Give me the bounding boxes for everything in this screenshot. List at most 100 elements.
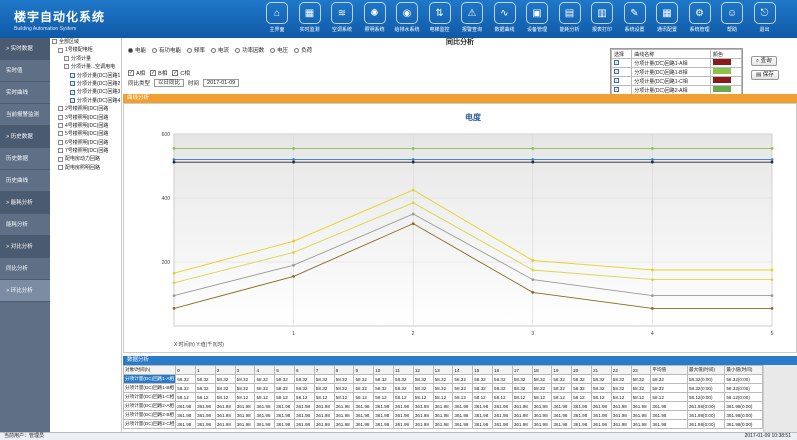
tree-node[interactable]: 1号楼配电柜 [50, 46, 121, 54]
table-row[interactable]: 分项计量(DC)回路2-C相 361.98 361.98 361.98 361.98 36… [123, 419, 763, 429]
topnav-item-4[interactable]: ◉ 给排水系统 [392, 2, 422, 33]
topnav-item-2[interactable]: ≋ 空调系统 [327, 2, 357, 33]
expander-icon[interactable] [52, 39, 57, 45]
radio-indicator[interactable] [211, 47, 217, 53]
leftnav-item-8[interactable]: 能耗分析 [0, 214, 50, 236]
tree-node[interactable]: 2号楼照明(DC)回路 [50, 105, 121, 113]
radio-indicator[interactable] [152, 47, 158, 53]
leftnav-item-2[interactable]: 实时曲线 [0, 82, 50, 104]
radio-6[interactable]: 负荷 [294, 46, 312, 54]
leftnav-item-10[interactable]: 同比分析 [0, 258, 50, 280]
leftnav-item-11[interactable]: > 环比分析 [0, 280, 50, 302]
topnav-item-3[interactable]: ✺ 照明系统 [360, 2, 390, 33]
leftnav-item-7[interactable]: > 能耗分析 [0, 192, 50, 214]
tree-node[interactable]: ✓ 分项计量(DC)回路3 [50, 88, 121, 96]
expander-icon[interactable] [58, 165, 63, 171]
tree-node[interactable]: ✓ 分项计量(DC)回路1 [50, 72, 121, 80]
color-swatch[interactable] [713, 68, 732, 74]
expander-icon[interactable] [58, 114, 63, 120]
radio-indicator[interactable] [187, 47, 193, 53]
topnav-item-11[interactable]: ✎ 系统设置 [620, 2, 650, 33]
table-row[interactable]: 分项计量(DC)回路1-A相 68.32 58.32 58.32 58.32 58.32 5… [123, 374, 763, 384]
tree-node[interactable]: 5号楼照明(DC)回路 [50, 130, 121, 138]
object-color-cell[interactable] [710, 76, 742, 86]
table-row[interactable]: 分项计量(DC)回路1-B相 58.32 58.32 58.32 58.32 58.32 5… [123, 383, 763, 393]
expander-icon[interactable] [58, 156, 63, 162]
color-swatch[interactable] [713, 86, 732, 92]
topnav-item-14[interactable]: ☺ 帮助 [717, 2, 747, 33]
topnav-item-13[interactable]: ⚙ 系统管理 [685, 2, 715, 33]
checkbox[interactable]: ✓ [150, 70, 157, 76]
expander-icon[interactable] [58, 106, 63, 112]
topnav-item-15[interactable]: ⎋ 退出 [750, 2, 780, 33]
checkbox[interactable]: ✓ [614, 78, 619, 83]
expander-icon[interactable] [58, 139, 63, 145]
topnav-item-5[interactable]: ⇅ 电梯监控 [425, 2, 455, 33]
leftnav-item-6[interactable]: 历史曲线 [0, 170, 50, 192]
leftnav-item-9[interactable]: > 对比分析 [0, 236, 50, 258]
expander-icon[interactable] [58, 123, 63, 129]
table-scrollbar[interactable] [763, 365, 797, 432]
checkbox-icon[interactable]: ✓ [70, 81, 75, 87]
tree-node[interactable]: 4号楼照明(DC)回路 [50, 122, 121, 130]
checkbox[interactable]: ✓ [614, 87, 619, 92]
color-swatch[interactable] [713, 59, 732, 65]
checkbox[interactable]: ✓ [172, 70, 179, 76]
tree-node[interactable]: 配电房照明回路 [50, 164, 121, 172]
topnav-item-12[interactable]: ▦ 通讯配置 [652, 2, 682, 33]
tree-node[interactable]: ✓ 分项计量(DC)回路4 [50, 97, 121, 105]
topnav-item-0[interactable]: ⌂ 主界面 [262, 2, 292, 33]
phase-check-1[interactable]: ✓ B相 [150, 69, 167, 77]
topnav-item-9[interactable]: ▤ 能耗分析 [555, 2, 585, 33]
object-select-cell[interactable]: ✓ [610, 58, 633, 68]
object-select-cell[interactable]: ✓ [610, 76, 633, 86]
compare-type-select[interactable]: 以日同比 [154, 79, 185, 87]
expander-icon[interactable] [64, 55, 69, 61]
radio-indicator[interactable] [294, 47, 300, 53]
expander-icon[interactable] [58, 47, 63, 53]
checkbox-icon[interactable]: ✓ [70, 72, 75, 78]
tree-node[interactable]: 7号楼照明(DC)回路 [50, 147, 121, 155]
radio-0[interactable]: 电能 [128, 46, 146, 54]
radio-indicator[interactable] [235, 47, 241, 53]
color-swatch[interactable] [713, 77, 732, 83]
object-row[interactable]: ✓ 分项计量(DC)回路1-B相 [610, 67, 742, 77]
checkbox-icon[interactable]: ✓ [70, 97, 75, 103]
topnav-item-8[interactable]: ▣ 设备管理 [522, 2, 552, 33]
radio-3[interactable]: 电流 [211, 46, 229, 54]
checkbox-icon[interactable]: ✓ [70, 89, 75, 95]
expander-icon[interactable] [64, 64, 69, 70]
object-color-cell[interactable] [710, 58, 742, 68]
object-select-cell[interactable]: ✓ [610, 67, 633, 77]
save-button[interactable]: ▤ 保存 [751, 70, 779, 80]
tree-node[interactable]: ✓ 分项计量(DC)回路2 [50, 80, 121, 88]
tree-node[interactable]: 分项计量...空调用电 [50, 63, 121, 71]
radio-indicator[interactable] [270, 47, 276, 53]
phase-check-0[interactable]: ✓ A相 [128, 69, 145, 77]
tree-node[interactable]: 配电房动力回路 [50, 155, 121, 163]
topnav-item-7[interactable]: ∿ 数据曲线 [490, 2, 520, 33]
checkbox[interactable]: ✓ [128, 70, 134, 76]
topnav-item-1[interactable]: ▦ 实时监测 [295, 2, 325, 33]
query-button[interactable]: ⌕ 查询 [751, 56, 777, 66]
radio-4[interactable]: 功率因数 [235, 46, 264, 54]
expander-icon[interactable] [58, 131, 63, 137]
radio-indicator[interactable] [128, 47, 133, 53]
leftnav-item-0[interactable]: > 实时数据 [0, 38, 50, 60]
radio-2[interactable]: 频率 [187, 46, 205, 54]
topnav-item-6[interactable]: ⚠ 报警查询 [457, 2, 487, 33]
table-row[interactable]: 分项计量(DC)回路1-C相 58.12 58.12 58.12 58.12 58.12 5… [123, 392, 763, 402]
leftnav-item-4[interactable]: > 历史数据 [0, 126, 50, 148]
leftnav-item-5[interactable]: 历史数据 [0, 148, 50, 170]
leftnav-item-1[interactable]: 实时值 [0, 60, 50, 82]
tree-node[interactable]: 6号楼照明(DC)回路 [50, 139, 121, 147]
phase-check-2[interactable]: ✓ C相 [172, 69, 190, 77]
tree-node[interactable]: 分项计量 [50, 55, 121, 63]
expander-icon[interactable] [58, 148, 63, 154]
object-color-cell[interactable] [710, 67, 742, 77]
table-row[interactable]: 分项计量(DC)回路2-A相 361.98 361.98 361.98 361.98 36… [123, 401, 763, 411]
tree-node[interactable]: 全部区域 [50, 38, 121, 46]
topnav-item-10[interactable]: ▥ 报表打印 [587, 2, 617, 33]
checkbox[interactable]: ✓ [614, 60, 619, 65]
object-row[interactable]: ✓ 分项计量(DC)回路1-C相 [610, 76, 742, 86]
